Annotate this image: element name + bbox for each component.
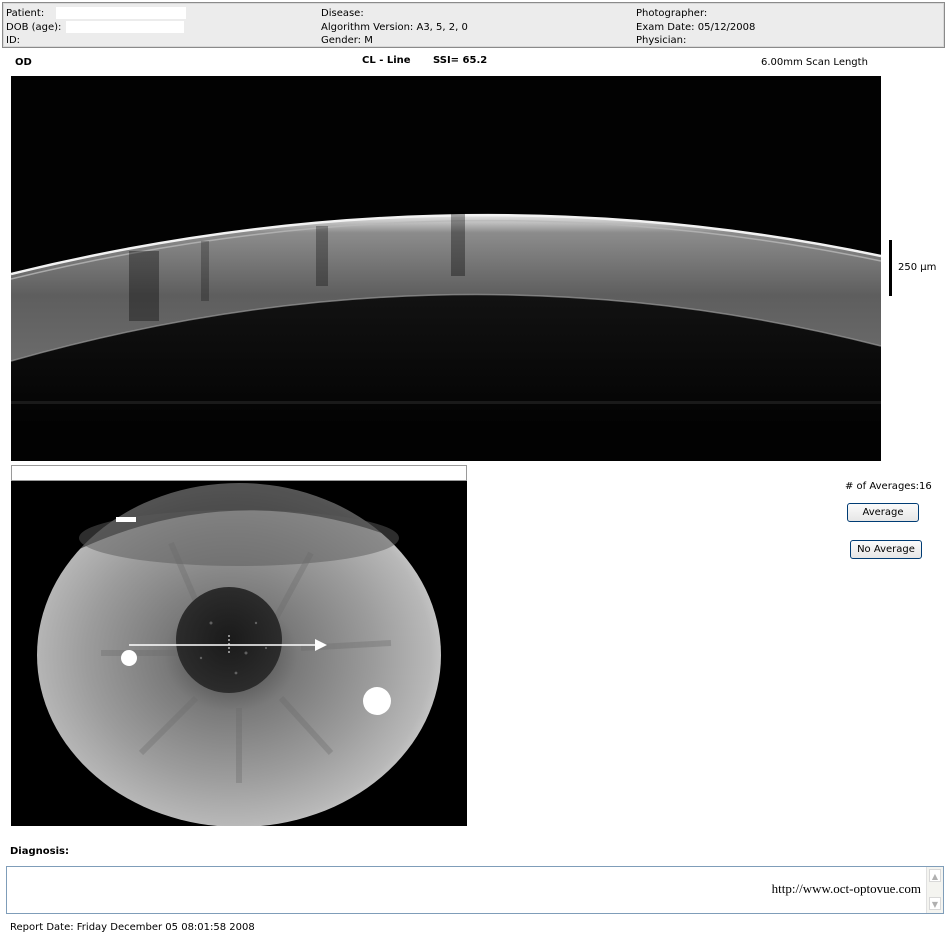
header-col-exam: Disease: Algorithm Version: A3, 5, 2, 0 … <box>321 7 468 48</box>
oct-scan-graphic <box>10 76 882 461</box>
diagnosis-text: http://www.oct-optovue.com <box>771 881 921 896</box>
oct-cornea-scan <box>10 76 882 461</box>
average-button[interactable]: Average <box>847 503 919 522</box>
exam-date: Exam Date: 05/12/2008 <box>636 21 756 33</box>
diagnosis-label: Diagnosis: <box>10 846 69 857</box>
averages-count: # of Averages:16 <box>845 481 932 492</box>
diagnosis-textarea[interactable]: http://www.oct-optovue.com ▲ ▼ <box>6 866 944 914</box>
scan-length: 6.00mm Scan Length <box>761 57 868 68</box>
iris-image-panel <box>11 465 467 826</box>
scroll-down-icon[interactable]: ▼ <box>929 897 941 910</box>
algorithm-version: Algorithm Version: A3, 5, 2, 0 <box>321 21 468 33</box>
ssi-value: SSI= 65.2 <box>433 55 488 66</box>
patient-label: Patient: <box>6 8 45 19</box>
scroll-up-icon[interactable]: ▲ <box>929 869 941 882</box>
iris-image <box>11 483 467 826</box>
report-date: Report Date: Friday December 05 08:01:58… <box>10 922 255 933</box>
id-label: ID: <box>6 35 21 46</box>
scale-bar <box>889 240 892 296</box>
gender: Gender: M <box>321 35 373 46</box>
eye-label: OD <box>15 57 32 68</box>
scale-label: 250 µm <box>898 262 937 273</box>
photographer-label: Photographer: <box>636 8 708 19</box>
dob-redaction <box>66 20 185 33</box>
diagnosis-scrollbar[interactable]: ▲ ▼ <box>926 867 943 913</box>
no-average-button[interactable]: No Average <box>850 540 922 559</box>
disease-label: Disease: <box>321 8 364 19</box>
scan-type: CL - Line <box>362 55 411 66</box>
patient-redaction <box>56 7 187 19</box>
dob-label: DOB (age): <box>6 21 62 33</box>
iris-image-titlebar <box>11 465 467 481</box>
header-col-staff: Photographer: Exam Date: 05/12/2008 Phys… <box>636 7 755 48</box>
patient-header: Patient: DOB (age): ID: Disease: Algorit… <box>2 2 945 48</box>
physician-label: Physician: <box>636 35 687 46</box>
header-col-patient: Patient: DOB (age): ID: <box>6 7 187 48</box>
